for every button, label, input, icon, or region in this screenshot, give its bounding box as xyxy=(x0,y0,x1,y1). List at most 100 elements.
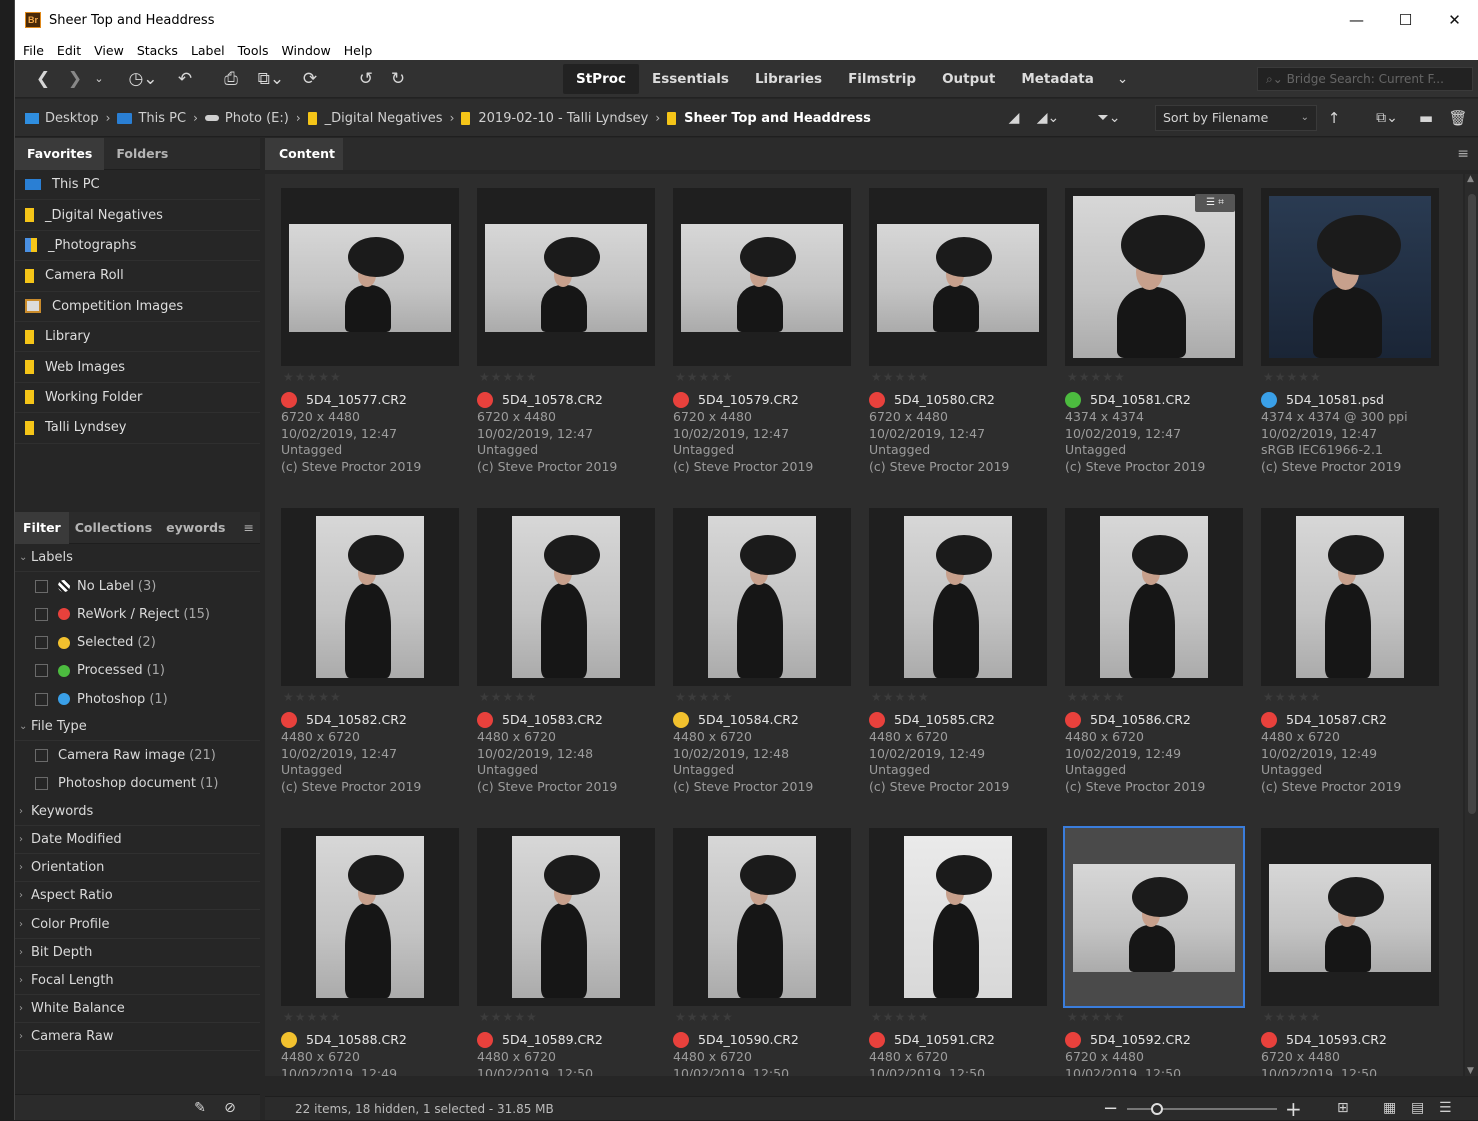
rating-stars[interactable]: ★★★★★ xyxy=(1067,690,1126,704)
crumb-separator-icon[interactable]: › xyxy=(106,111,111,125)
thumbnail-cell[interactable]: ★★★★★ 5D4_10591.CR2 4480 x 6720 10/02/2019,… xyxy=(869,828,1047,1076)
filter-section-collapsed[interactable]: › Keywords xyxy=(15,798,260,826)
workspace-stproc[interactable]: StProc xyxy=(563,64,640,94)
sort-dropdown[interactable]: Sort by Filename ⌄ xyxy=(1155,105,1317,131)
quality-icon[interactable]: ◢ xyxy=(1003,107,1025,129)
thumbnail-cell[interactable]: ★★★★★ 5D4_10589.CR2 4480 x 6720 10/02/2019,… xyxy=(477,828,655,1076)
rotate-right-icon[interactable]: ↻ xyxy=(387,68,409,90)
checkbox[interactable] xyxy=(35,777,48,791)
checkbox[interactable] xyxy=(35,664,48,678)
filter-label-row[interactable]: Processed (1) xyxy=(15,657,260,685)
rating-stars[interactable]: ★★★★★ xyxy=(283,1010,342,1024)
panel-menu-icon[interactable]: ≡ xyxy=(231,512,265,544)
open-recent-icon[interactable]: ⧉⌄ xyxy=(1369,107,1405,129)
filter-section-filetype[interactable]: ⌄ File Type xyxy=(15,713,260,742)
filter-section-collapsed[interactable]: › Aspect Ratio xyxy=(15,882,260,911)
filter-section-collapsed[interactable]: › Orientation xyxy=(15,854,260,883)
list-view-icon[interactable]: ☰ xyxy=(1439,1100,1452,1116)
crumb-separator-icon[interactable]: › xyxy=(296,111,301,125)
menu-edit[interactable]: Edit xyxy=(57,43,81,58)
open-camera-raw-icon[interactable]: ⟳ xyxy=(299,68,321,90)
favorite-item[interactable]: _Photographs xyxy=(15,231,260,262)
thumbnail-view-icon[interactable]: ▦ xyxy=(1383,1100,1396,1116)
crumb-desktop[interactable]: Desktop xyxy=(25,111,99,126)
thumbnail-cell[interactable]: ★★★★★ 5D4_10578.CR2 6720 x 4480 10/02/2019,… xyxy=(477,188,655,508)
rating-stars[interactable]: ★★★★★ xyxy=(479,1010,538,1024)
refine-icon[interactable]: ⧉⌄ xyxy=(253,68,289,90)
thumbnail-frame[interactable] xyxy=(1261,188,1439,366)
thumbnail-frame[interactable] xyxy=(1261,508,1439,686)
thumbnail-cell[interactable]: ★★★★★ 5D4_10579.CR2 6720 x 4480 10/02/2019,… xyxy=(673,188,851,508)
crumb-talli-lyndsey[interactable]: 2019-02-10 - Talli Lyndsey xyxy=(461,111,648,126)
thumbnail-frame[interactable] xyxy=(477,508,655,686)
crumb-this-pc[interactable]: This PC xyxy=(117,111,186,126)
zoom-out-icon[interactable]: − xyxy=(1103,1098,1118,1119)
thumbnail-cell[interactable]: ★★★★★ 5D4_10587.CR2 4480 x 6720 10/02/2019,… xyxy=(1261,508,1439,828)
rating-stars[interactable]: ★★★★★ xyxy=(1263,690,1322,704)
crumb-separator-icon[interactable]: › xyxy=(655,111,660,125)
thumbnail-frame[interactable] xyxy=(281,508,459,686)
panel-menu-icon[interactable]: ≡ xyxy=(1457,146,1469,162)
thumbnail-frame[interactable] xyxy=(477,828,655,1006)
thumbnail-frame[interactable] xyxy=(869,188,1047,366)
details-view-icon[interactable]: ▤ xyxy=(1411,1100,1424,1116)
crumb-digital-negatives[interactable]: _Digital Negatives xyxy=(307,111,443,126)
thumbnail-frame[interactable] xyxy=(281,188,459,366)
filter-section-collapsed[interactable]: › Camera Raw xyxy=(15,1023,260,1052)
filter-label-row[interactable]: ReWork / Reject (15) xyxy=(15,600,260,628)
zoom-in-icon[interactable]: + xyxy=(1285,1097,1302,1121)
tab-content[interactable]: Content xyxy=(265,138,343,170)
forward-icon[interactable]: ❯ xyxy=(65,68,85,90)
rating-stars[interactable]: ★★★★★ xyxy=(283,370,342,384)
rating-stars[interactable]: ★★★★★ xyxy=(675,370,734,384)
sort-ascending-icon[interactable]: ↑ xyxy=(1325,107,1343,129)
favorite-item[interactable]: _Digital Negatives xyxy=(15,200,260,231)
minimize-button[interactable]: — xyxy=(1332,0,1381,40)
camera-download-icon[interactable]: ⎙ xyxy=(219,68,243,90)
checkbox[interactable] xyxy=(35,636,48,650)
rating-stars[interactable]: ★★★★★ xyxy=(1263,1010,1322,1024)
menu-label[interactable]: Label xyxy=(191,43,225,58)
favorite-item[interactable]: Camera Roll xyxy=(15,261,260,292)
menu-view[interactable]: View xyxy=(94,43,124,58)
rating-stars[interactable]: ★★★★★ xyxy=(871,690,930,704)
rating-stars[interactable]: ★★★★★ xyxy=(871,1010,930,1024)
rating-stars[interactable]: ★★★★★ xyxy=(1263,370,1322,384)
thumbnail-cell[interactable]: ★★★★★ 5D4_10583.CR2 4480 x 6720 10/02/2019,… xyxy=(477,508,655,828)
rating-stars[interactable]: ★★★★★ xyxy=(1067,370,1126,384)
favorite-item[interactable]: Competition Images xyxy=(15,292,260,322)
thumbnail-cell[interactable]: ★★★★★ 5D4_10586.CR2 4480 x 6720 10/02/2019,… xyxy=(1065,508,1243,828)
checkbox[interactable] xyxy=(35,607,48,621)
checkbox[interactable] xyxy=(35,692,48,706)
favorite-item[interactable]: Talli Lyndsey xyxy=(15,413,260,444)
chevron-down-icon[interactable]: ⌄ xyxy=(91,68,107,90)
menu-stacks[interactable]: Stacks xyxy=(137,43,178,58)
scrollbar-thumb[interactable] xyxy=(1468,194,1476,814)
tab-favorites[interactable]: Favorites xyxy=(15,137,105,170)
filter-section-collapsed[interactable]: › Date Modified xyxy=(15,826,260,855)
menu-tools[interactable]: Tools xyxy=(238,43,269,58)
favorite-item[interactable]: This PC xyxy=(15,170,260,201)
thumbnail-frame[interactable] xyxy=(869,828,1047,1006)
workspace-essentials[interactable]: Essentials xyxy=(639,64,742,94)
workspace-metadata[interactable]: Metadata xyxy=(1008,64,1107,94)
thumbnail-frame[interactable] xyxy=(673,188,851,366)
filter-section-labels[interactable]: ⌄ Labels xyxy=(15,544,260,573)
filter-filetype-row[interactable]: Photoshop document (1) xyxy=(15,770,260,798)
workspace-output[interactable]: Output xyxy=(929,64,1008,94)
pin-icon[interactable]: ✎ xyxy=(191,1097,209,1119)
rating-stars[interactable]: ★★★★★ xyxy=(479,690,538,704)
checkbox[interactable] xyxy=(35,748,48,762)
rotate-left-icon[interactable]: ↺ xyxy=(355,68,377,90)
rating-stars[interactable]: ★★★★★ xyxy=(871,370,930,384)
filter-icon[interactable]: ⏷⌄ xyxy=(1091,107,1127,129)
filter-label-row[interactable]: No Label (3) xyxy=(15,572,260,600)
thumbnail-frame[interactable] xyxy=(1065,508,1243,686)
workspace-libraries[interactable]: Libraries xyxy=(742,64,835,94)
thumbnail-cell[interactable]: ★★★★★ 5D4_10588.CR2 4480 x 6720 10/02/2019,… xyxy=(281,828,459,1076)
favorite-item[interactable]: Web Images xyxy=(15,352,260,383)
thumbnail-frame[interactable] xyxy=(869,508,1047,686)
crumb-separator-icon[interactable]: › xyxy=(193,111,198,125)
filter-label-row[interactable]: Selected (2) xyxy=(15,629,260,657)
rating-stars[interactable]: ★★★★★ xyxy=(1067,1010,1126,1024)
